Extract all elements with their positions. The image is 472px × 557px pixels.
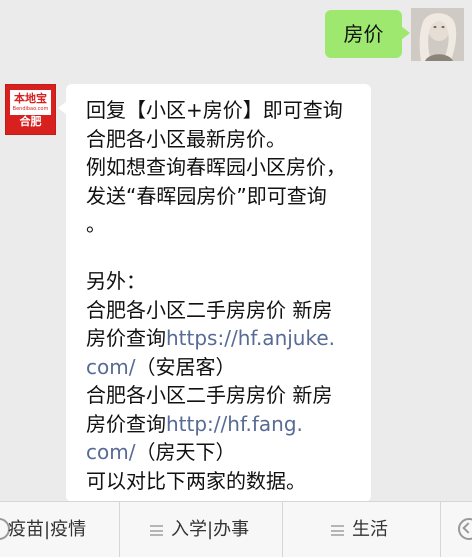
message-text: 房价查询 [86, 411, 166, 436]
logo-badge: 本地宝 Bendibao.com [10, 90, 51, 115]
menu-item-life[interactable]: 生活 [331, 502, 388, 557]
menu-item-vaccine[interactable]: 疫苗|疫情 [8, 502, 86, 557]
message-text: （房天下） [135, 440, 236, 464]
message-line: 房价查询https://hf.anjuke. [86, 324, 361, 353]
logo-brand-text: 本地宝 [14, 92, 47, 105]
bottom-menu-bar: 疫苗|疫情 入学|办事 生活 [0, 501, 472, 557]
message-text: 房价查询 [86, 326, 166, 350]
user-avatar[interactable] [411, 8, 464, 61]
menu-divider [440, 502, 441, 557]
message-line: com/（房天下） [86, 438, 361, 467]
fang-link[interactable]: http://hf.fang. [166, 412, 303, 436]
message-line: 合肥各小区二手房房价 新房 [86, 383, 333, 407]
message-text: （安居客） [135, 354, 236, 379]
menu-item-label: 入学|办事 [171, 519, 250, 540]
logo-city-text: 合肥 [19, 115, 42, 128]
received-message-bubble: 回复【小区+房价】即可查询 合肥各小区最新房价。 例如想查询春晖园小区房价， 发… [58, 84, 371, 502]
message-line: 合肥各小区最新房价。 [86, 126, 286, 151]
menu-item-label: 生活 [352, 519, 388, 540]
message-line: 可以对比下两家的数据。 [86, 468, 306, 493]
message-line: com/（安居客） [86, 353, 361, 382]
message-line: 另外： [86, 269, 146, 293]
message-line: 。 [86, 212, 106, 236]
account-logo-avatar[interactable]: 本地宝 Bendibao.com 合肥 [5, 84, 56, 135]
anjuke-link[interactable]: com/ [86, 355, 135, 379]
user-avatar-photo-icon [411, 8, 464, 61]
message-line: 发送“春晖园房价”即可查询 [86, 183, 327, 208]
submenu-icon [150, 525, 163, 536]
message-line: 例如想查询春晖园小区房价， [86, 155, 346, 179]
menu-item-school[interactable]: 入学|办事 [150, 502, 249, 557]
sent-message-text: 房价 [343, 22, 384, 46]
more-icon[interactable] [458, 518, 472, 540]
fang-link[interactable]: com/ [86, 440, 135, 464]
sent-message-bubble[interactable]: 房价 [325, 10, 410, 58]
menu-divider [119, 502, 120, 557]
menu-divider [282, 502, 283, 557]
anjuke-link[interactable]: https://hf.anjuke. [166, 326, 335, 350]
message-line: 房价查询http://hf.fang. [86, 410, 361, 439]
message-line: 合肥各小区二手房房价 新房 [86, 297, 333, 322]
logo-sub-text: Bendibao.com [12, 106, 49, 112]
submenu-icon [331, 525, 344, 536]
menu-item-label: 疫苗|疫情 [8, 519, 87, 540]
message-line: 回复【小区+房价】即可查询 [86, 98, 343, 122]
